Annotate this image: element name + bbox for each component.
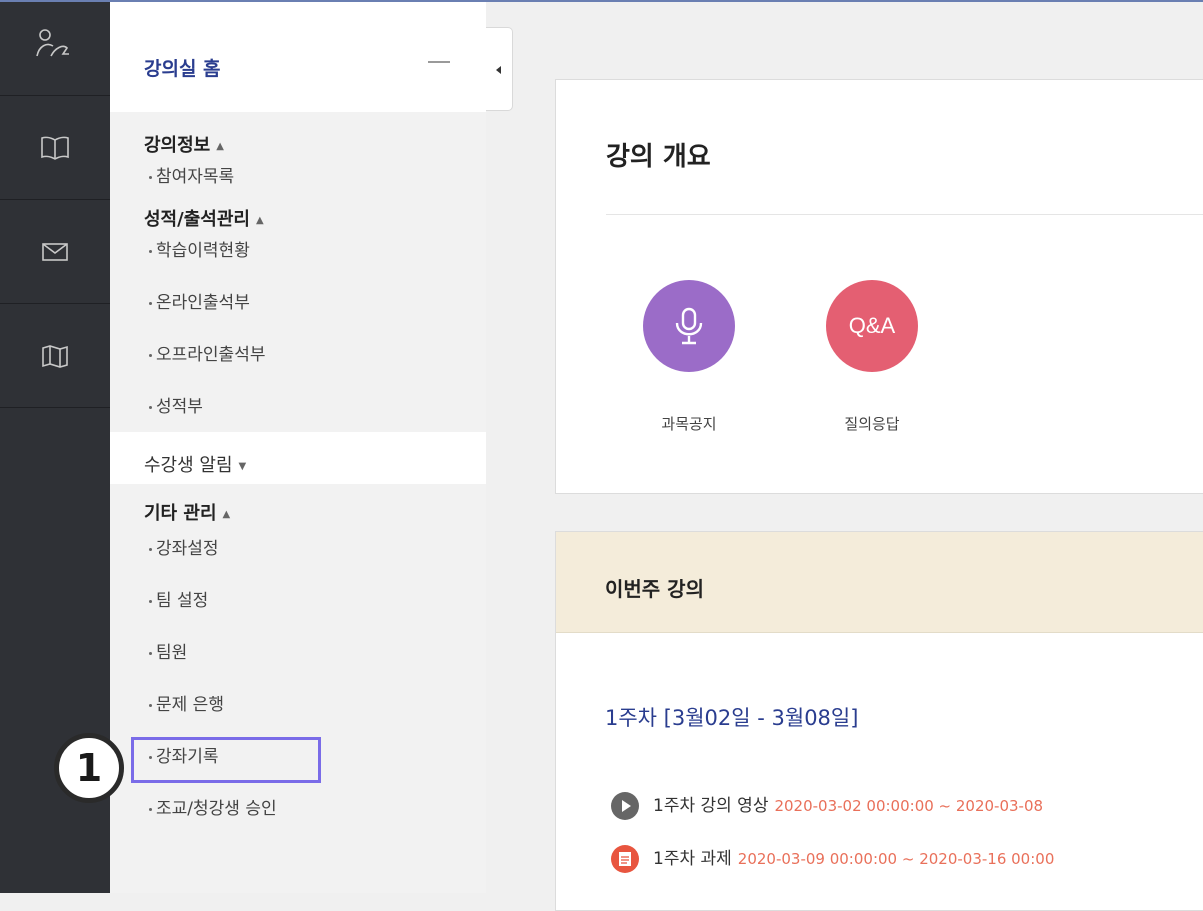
section-label: 수강생 알림 <box>144 455 233 476</box>
sidebar-item-label: 팀원 <box>156 643 188 663</box>
rail-user[interactable] <box>0 0 110 96</box>
qa-tile-button[interactable]: Q&A <box>826 280 918 372</box>
sidebar-item-label: 참여자목록 <box>156 167 235 187</box>
sidebar-item-label: 문제 은행 <box>156 695 224 715</box>
section-label: 기타 관리 <box>144 503 217 524</box>
bullet-icon <box>149 704 152 707</box>
play-icon <box>611 792 639 820</box>
activity-assignment[interactable]: 1주차 과제 2020-03-09 00:00:00 ~ 2020-03-16 0… <box>611 844 1054 874</box>
chevron-left-icon <box>496 66 501 74</box>
highlight-box <box>131 737 321 783</box>
activity-date: 2020-03-09 00:00:00 ~ 2020-03-16 00:00 <box>737 850 1055 868</box>
qa-icon: Q&A <box>848 313 896 338</box>
rail-map[interactable] <box>0 304 110 408</box>
sidebar-item-label: 성적부 <box>156 397 203 417</box>
sidebar-item-label: 오프라인출석부 <box>156 345 266 365</box>
bullet-icon <box>149 808 152 811</box>
this-week-header: 이번주 강의 <box>556 532 1203 633</box>
sidebar-item-question-bank[interactable]: 문제 은행 <box>110 678 486 730</box>
activity-video[interactable]: 1주차 강의 영상 2020-03-02 00:00:00 ~ 2020-03-0… <box>611 791 1043 821</box>
step-number-badge: 1 <box>54 733 124 803</box>
collapse-icon[interactable] <box>428 61 450 63</box>
sidebar-item-label: 팀 설정 <box>156 591 209 611</box>
sidebar-item-label: 강좌설정 <box>156 539 219 559</box>
rail-courses[interactable] <box>0 96 110 200</box>
course-home-title[interactable]: 강의실 홈 <box>144 54 221 81</box>
qa-tile-label[interactable]: 질의응답 <box>812 413 932 434</box>
this-week-card: 이번주 강의 1주차 [3월02일 - 3월08일] 1주차 강의 영상 2020… <box>555 531 1203 911</box>
assignment-icon <box>611 845 639 873</box>
activity-date: 2020-03-02 00:00:00 ~ 2020-03-08 <box>774 797 1044 815</box>
course-overview-card: 강의 개요 과목공지 Q&A 질의응답 <box>555 79 1203 494</box>
sidebar-item-gradebook[interactable]: 성적부 <box>110 380 486 432</box>
notice-tile-label[interactable]: 과목공지 <box>629 413 749 434</box>
activity-name[interactable]: 1주차 과제 <box>653 849 732 869</box>
bullet-icon <box>149 548 152 551</box>
user-icon <box>36 29 69 57</box>
caret-down-icon: ▼ <box>238 460 247 472</box>
bullet-icon <box>149 600 152 603</box>
top-border <box>0 0 1203 2</box>
course-home-header[interactable]: 강의실 홈 <box>110 0 486 112</box>
week-title-link[interactable]: 1주차 [3월02일 - 3월08일] <box>605 702 858 732</box>
bullet-icon <box>149 176 152 179</box>
sidebar-item-team-members[interactable]: 팀원 <box>110 626 486 678</box>
notice-tile-button[interactable] <box>643 280 735 372</box>
sidebar-item-course-settings[interactable]: 강좌설정 <box>110 522 486 574</box>
sidebar-item-ta-auditor-approval[interactable]: 조교/청강생 승인 <box>110 782 486 834</box>
bullet-icon <box>149 302 152 305</box>
book-icon <box>41 136 69 160</box>
sidebar-item-offline-attendance[interactable]: 오프라인출석부 <box>110 328 486 380</box>
sidebar-toggle-button[interactable] <box>486 27 513 111</box>
this-week-title: 이번주 강의 <box>605 577 704 601</box>
rail-messages[interactable] <box>0 200 110 304</box>
divider <box>606 214 1203 215</box>
caret-up-icon: ▲ <box>222 508 231 520</box>
sidebar-item-label: 조교/청강생 승인 <box>156 799 277 819</box>
overview-title: 강의 개요 <box>606 142 711 172</box>
microphone-icon <box>675 307 703 345</box>
sidebar-item-online-attendance[interactable]: 온라인출석부 <box>110 276 486 328</box>
section-student-notifications[interactable]: 수강생 알림 ▼ <box>110 432 486 484</box>
sidebar-item-learning-history[interactable]: 학습이력현황 <box>110 224 486 276</box>
sidebar-item-label: 온라인출석부 <box>156 293 250 313</box>
activity-name[interactable]: 1주차 강의 영상 <box>653 796 768 816</box>
bullet-icon <box>149 250 152 253</box>
sidebar-item-team-settings[interactable]: 팀 설정 <box>110 574 486 626</box>
mail-icon <box>42 242 68 261</box>
sidebar-item-label: 학습이력현황 <box>156 241 250 261</box>
bullet-icon <box>149 652 152 655</box>
bullet-icon <box>149 354 152 357</box>
bullet-icon <box>149 406 152 409</box>
map-icon <box>42 344 68 368</box>
